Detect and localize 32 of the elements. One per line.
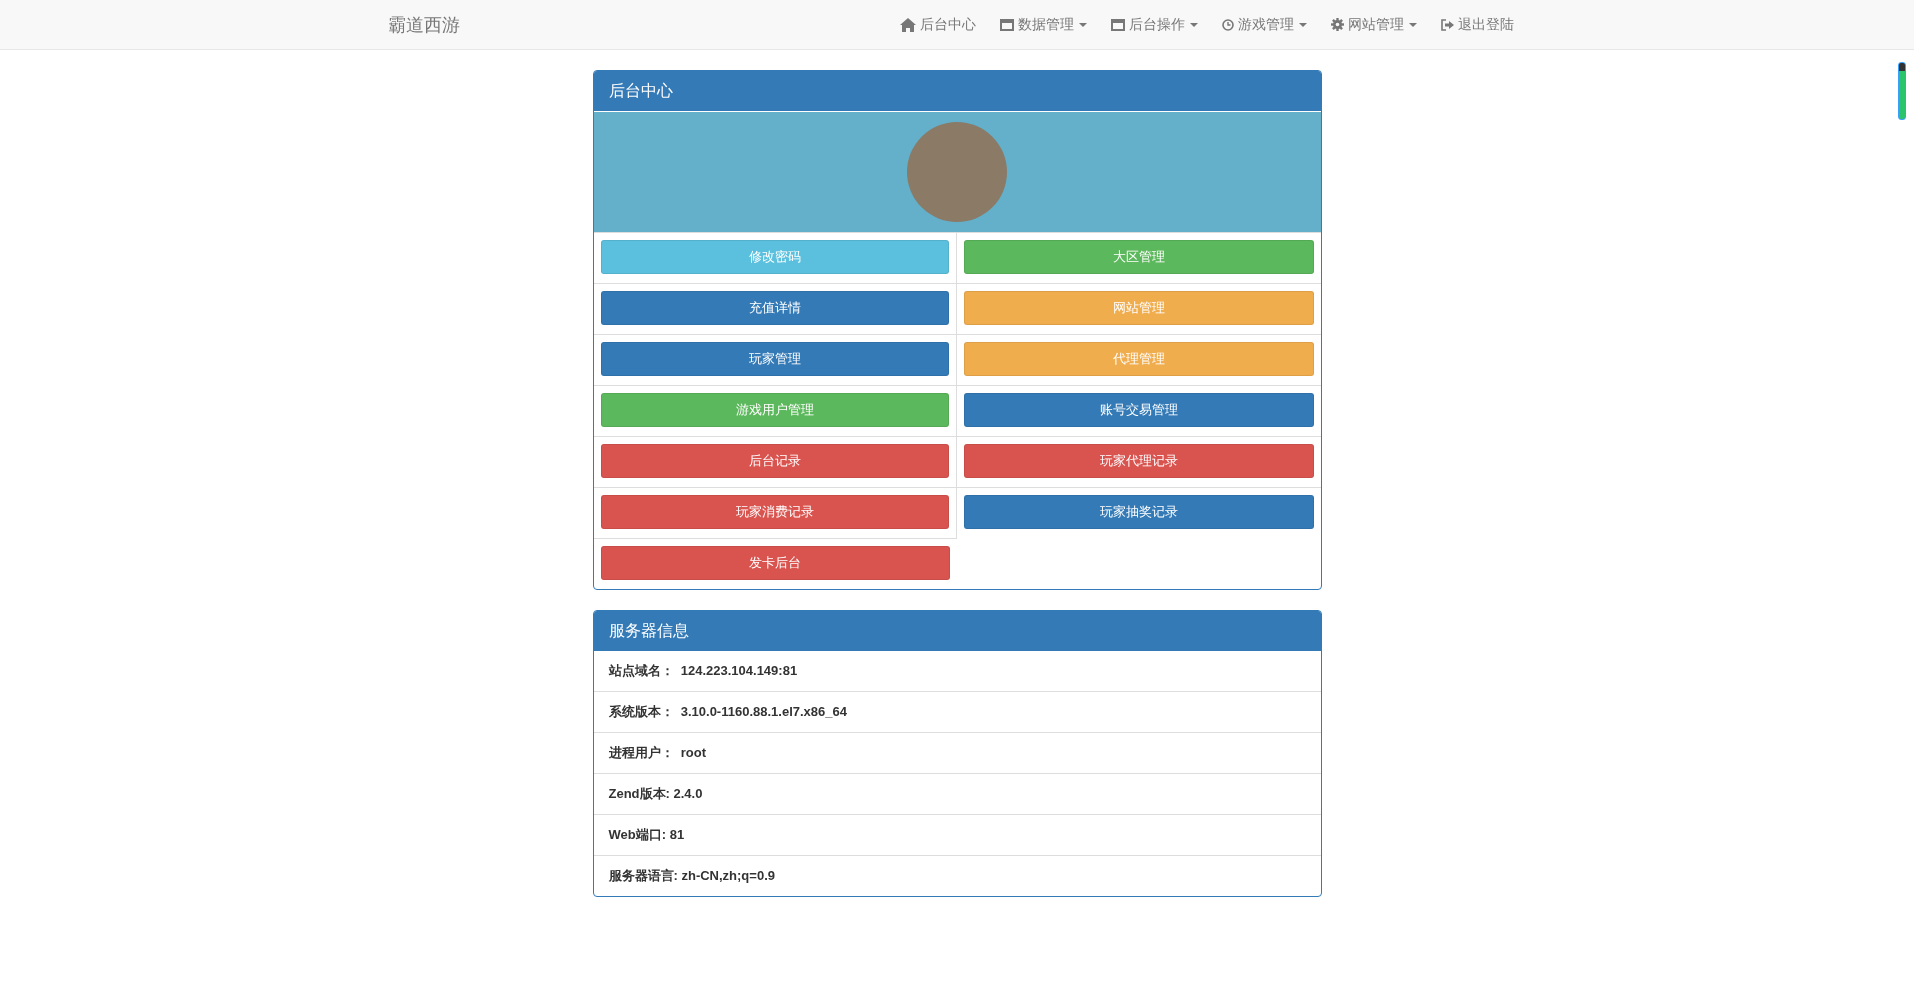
menu-button[interactable]: 玩家代理记录 <box>964 444 1314 478</box>
menu-button[interactable]: 后台记录 <box>600 444 949 478</box>
gauge-icon <box>1898 62 1906 120</box>
nav-link[interactable]: 数据管理 <box>988 0 1099 49</box>
menu-button[interactable]: 大区管理 <box>964 240 1314 274</box>
info-row-text: 站点域名： 124.223.104.149:81 <box>607 662 799 680</box>
brand-title[interactable]: 霸道西游 <box>388 12 460 37</box>
info-row: 服务器语言: zh-CN,zh;q=0.9 <box>593 855 1321 896</box>
info-row: 系统版本： 3.10.0-1160.88.1.el7.x86_64 <box>593 691 1321 732</box>
info-row: Zend版本: 2.4.0 <box>593 773 1321 814</box>
window-icon <box>1111 18 1125 31</box>
menu-button[interactable]: 充值详情 <box>600 291 949 325</box>
menu-button[interactable]: 玩家消费记录 <box>600 495 949 529</box>
nav-link[interactable]: 游戏管理 <box>1210 0 1319 49</box>
clock-icon <box>1222 18 1234 31</box>
logout-icon <box>1441 18 1454 31</box>
info-row: 进程用户： root <box>593 732 1321 773</box>
home-icon <box>900 17 916 32</box>
nav-link[interactable]: 后台中心 <box>888 0 988 49</box>
menu-button[interactable]: 游戏用户管理 <box>600 393 949 427</box>
menu-button[interactable]: 发卡后台 <box>600 546 950 580</box>
settings-icon <box>1331 18 1344 31</box>
panel-title: 服务器信息 <box>593 611 1321 651</box>
window-icon <box>1000 18 1014 31</box>
menu-button[interactable]: 玩家管理 <box>600 342 949 376</box>
nav-link[interactable]: 后台操作 <box>1099 0 1210 49</box>
nav-link[interactable]: 退出登陆 <box>1429 0 1526 49</box>
info-row: Web端口: 81 <box>593 814 1321 855</box>
nav-link[interactable]: 网站管理 <box>1319 0 1429 49</box>
panel-title: 后台中心 <box>593 71 1321 111</box>
menu-button[interactable]: 账号交易管理 <box>964 393 1314 427</box>
menu-button[interactable]: 玩家抽奖记录 <box>964 495 1314 529</box>
